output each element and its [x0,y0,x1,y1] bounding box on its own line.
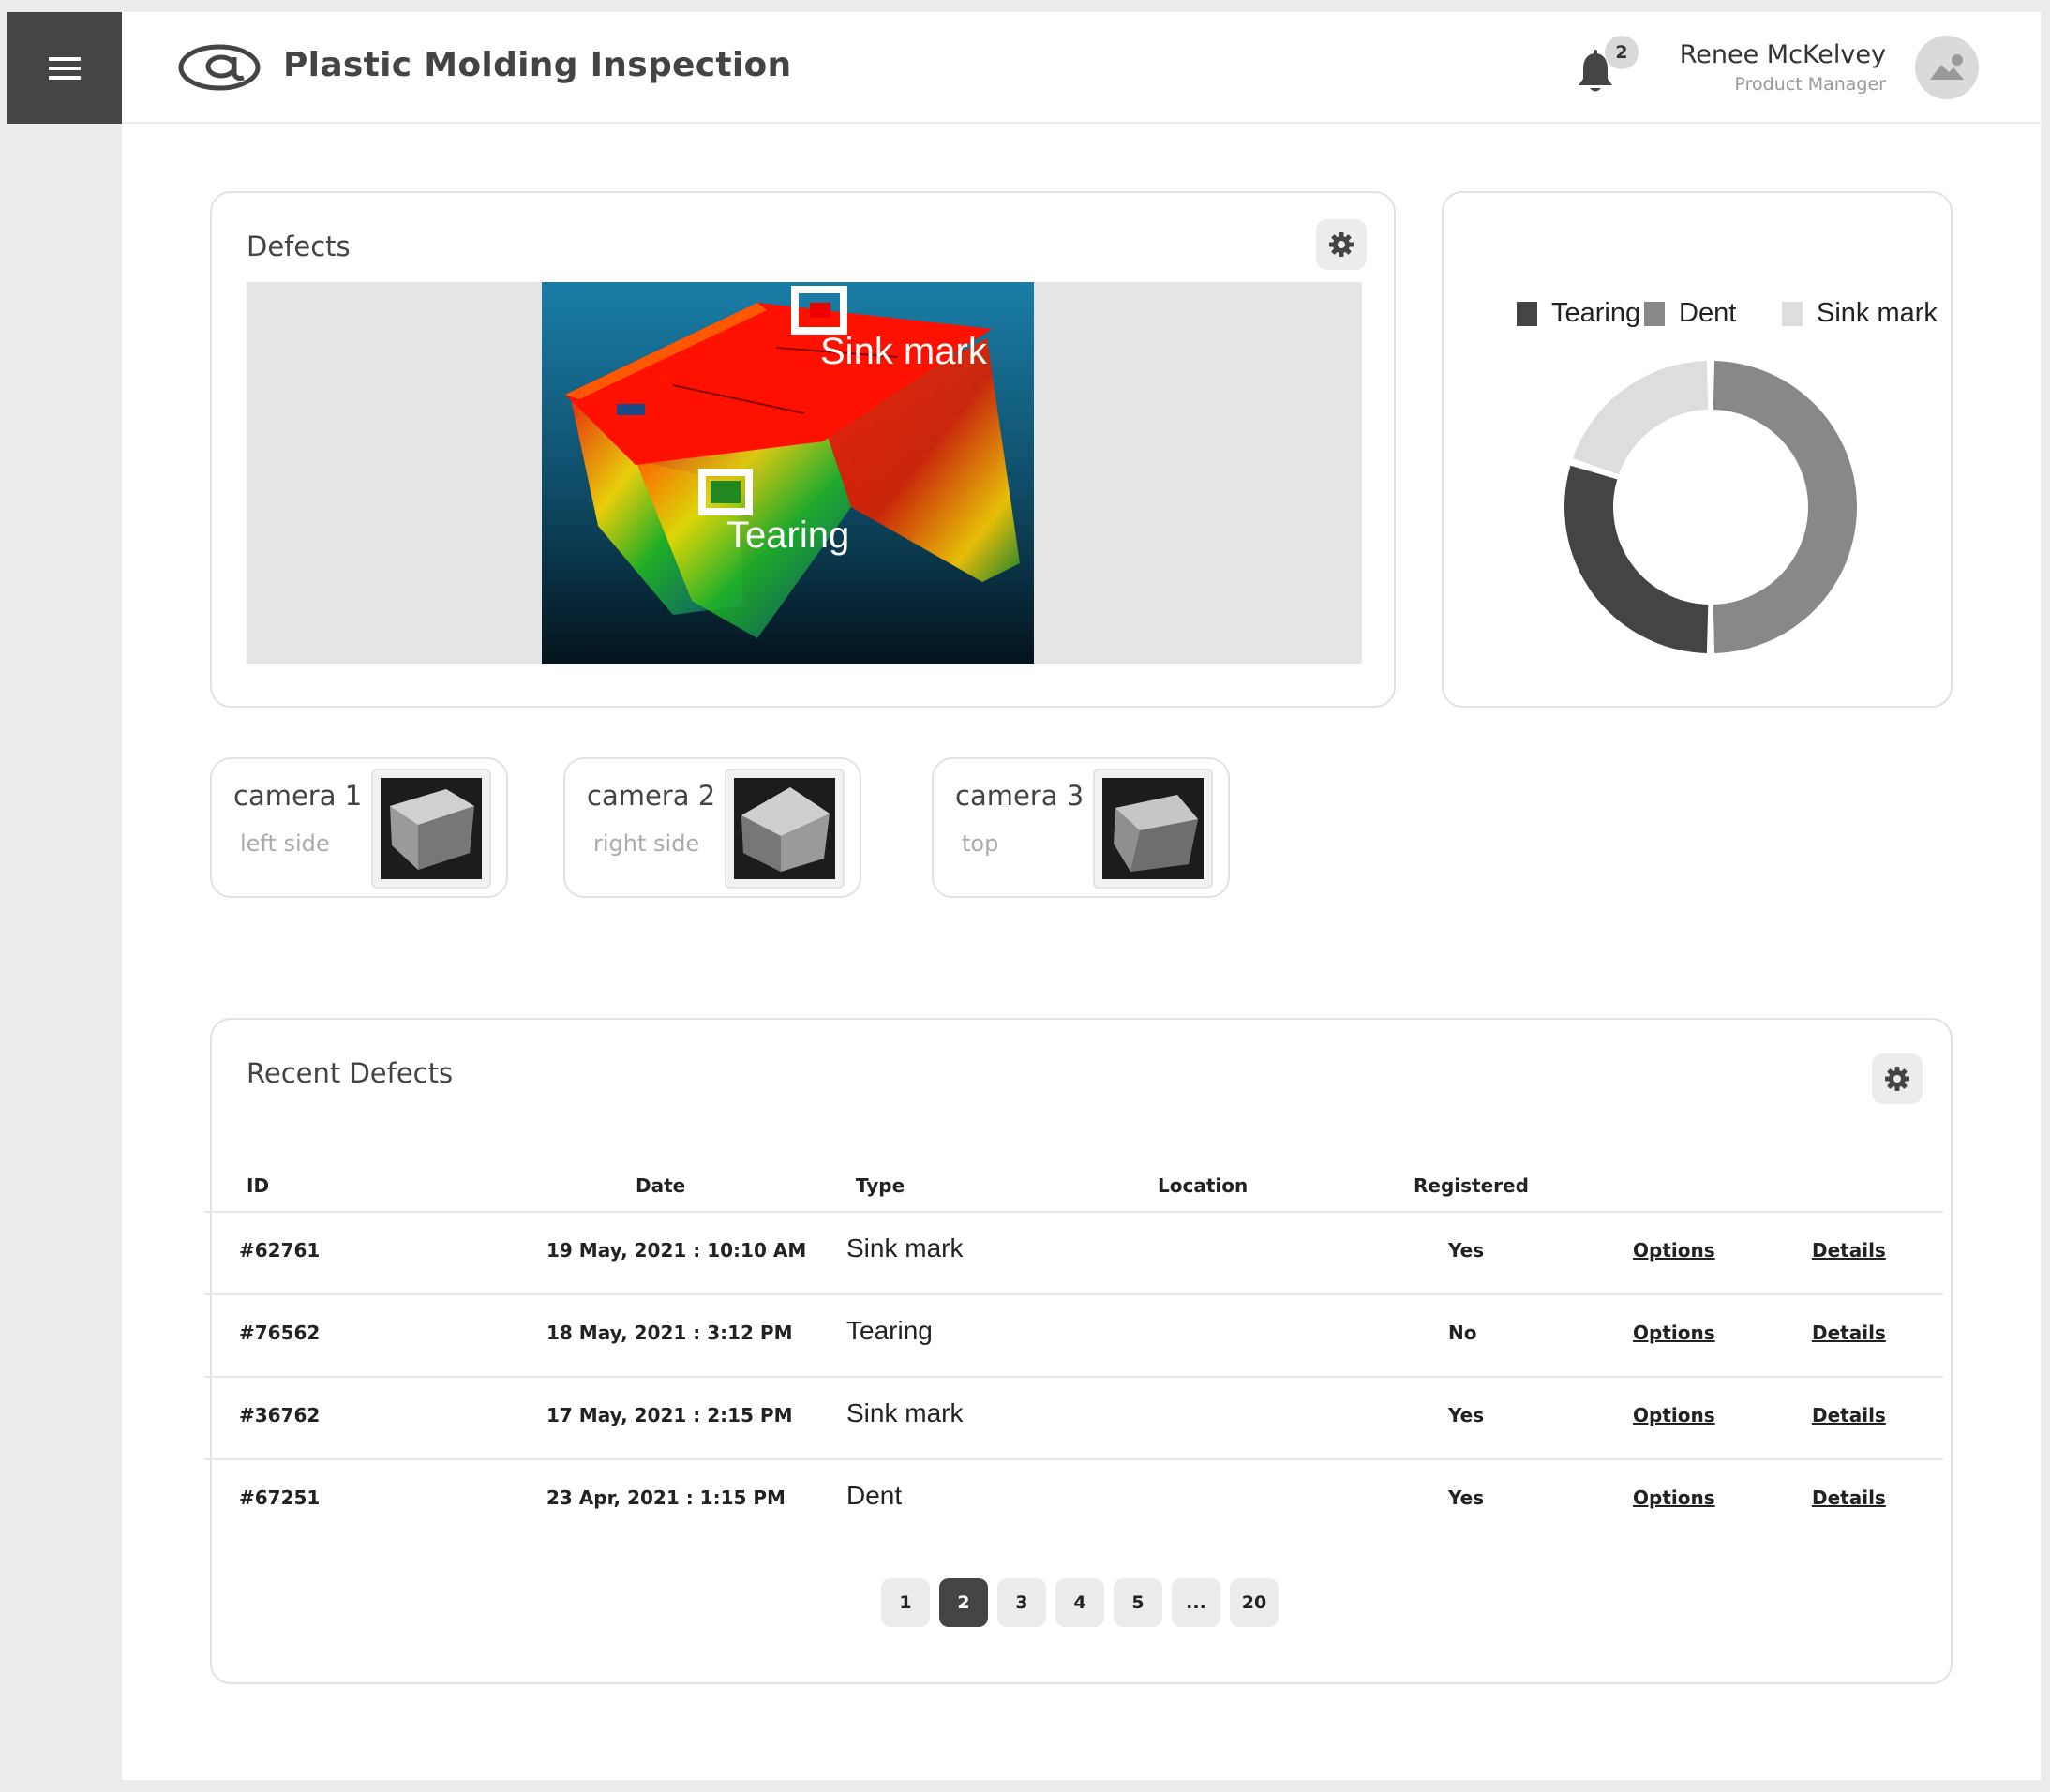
cell-date: 17 May, 2021 : 2:15 PM [546,1404,793,1426]
options-link[interactable]: Options [1633,1404,1715,1426]
camera-subtitle: right side [593,830,700,857]
column-header-date: Date [636,1174,686,1197]
camera-thumbnail[interactable] [371,769,491,889]
donut-slice-dent [1713,361,1857,653]
user-avatar-icon [1930,54,1964,80]
recent-defects-settings-button[interactable] [1872,1053,1923,1104]
row-divider [204,1211,1943,1213]
cell-type: Sink mark [846,1233,964,1262]
gear-icon [1885,1067,1909,1091]
menu-button[interactable] [7,12,122,124]
details-link[interactable]: Details [1812,1486,1886,1509]
defects-card-title: Defects [247,231,351,262]
options-link[interactable]: Options [1633,1486,1715,1509]
page-button[interactable]: 3 [997,1578,1046,1627]
page-button[interactable]: 5 [1114,1578,1162,1627]
at-sign-logo-icon [178,44,261,91]
page-button[interactable]: 20 [1230,1578,1279,1627]
donut-slice-tearing [1564,465,1709,653]
cell-id: #36762 [239,1404,321,1426]
app-frame: Plastic Molding Inspection 2 Renee McKel… [7,12,2041,1780]
cell-type: Dent [846,1481,903,1510]
page-button[interactable]: 2 [939,1578,988,1627]
column-header-id: ID [247,1174,270,1197]
page-button[interactable]: ... [1172,1578,1220,1627]
cell-id: #67251 [239,1486,321,1509]
cell-date: 18 May, 2021 : 3:12 PM [546,1322,793,1344]
cell-date: 23 Apr, 2021 : 1:15 PM [546,1486,786,1509]
cell-registered: Yes [1448,1404,1485,1426]
notification-count-badge: 2 [1605,36,1639,69]
user-name: Renee McKelvey [1679,40,1886,69]
recent-defects-title: Recent Defects [247,1057,454,1089]
gear-icon [1329,232,1354,257]
cell-id: #62761 [239,1239,321,1262]
hamburger-icon [49,56,81,80]
donut-slice-sink-mark [1572,361,1709,475]
row-divider [204,1293,1943,1295]
cell-registered: Yes [1448,1239,1485,1262]
cell-registered: No [1448,1322,1477,1344]
cell-type: Tearing [846,1316,933,1345]
defect-viewer: Sink mark Tearing [247,282,1362,664]
defects-card: Defects Sink mark Tearing [210,191,1396,708]
top-bar: Plastic Molding Inspection 2 Renee McKel… [122,12,2041,124]
defect-heatmap-image: Sink mark Tearing [542,282,1034,664]
camera-card-1[interactable]: camera 1 left side [210,757,508,898]
page-button[interactable]: 1 [881,1578,930,1627]
camera-card-2[interactable]: camera 2 right side [563,757,861,898]
column-header-type: Type [856,1174,905,1197]
options-link[interactable]: Options [1633,1322,1715,1344]
camera-title: camera 1 [233,780,363,812]
cell-date: 19 May, 2021 : 10:10 AM [546,1239,807,1262]
column-header-location: Location [1158,1174,1249,1197]
column-header-registered: Registered [1414,1174,1529,1197]
camera-title: camera 2 [587,780,716,812]
camera-subtitle: top [962,830,999,857]
defect-distribution-card: Tearing Dent Sink mark [1442,191,1953,708]
camera-feed-image [734,778,835,879]
options-link[interactable]: Options [1633,1239,1715,1262]
camera-thumbnail[interactable] [725,769,845,889]
app-title: Plastic Molding Inspection [283,46,792,84]
legend-swatch-tearing [1517,301,1537,326]
donut-chart [1564,361,1857,653]
camera-feed-image [381,778,482,879]
legend-swatch-dent [1644,301,1665,326]
cell-id: #76562 [239,1322,321,1344]
cell-type: Sink mark [846,1398,964,1427]
details-link[interactable]: Details [1812,1239,1886,1262]
camera-card-3[interactable]: camera 3 top [932,757,1230,898]
page-button[interactable]: 4 [1055,1578,1104,1627]
row-divider [204,1458,1943,1460]
camera-subtitle: left side [240,830,330,857]
sidebar [7,12,122,1780]
camera-title: camera 3 [955,780,1085,812]
defects-settings-button[interactable] [1316,219,1367,270]
annotation-tearing: Tearing [726,515,849,556]
annotation-sink-mark: Sink mark [820,331,988,372]
user-avatar[interactable] [1915,36,1979,99]
cell-registered: Yes [1448,1486,1485,1509]
camera-thumbnail[interactable] [1093,769,1213,889]
details-link[interactable]: Details [1812,1404,1886,1426]
user-role: Product Manager [1734,74,1886,95]
legend-swatch-sink-mark [1782,301,1803,326]
camera-feed-image [1102,778,1204,879]
row-divider [204,1376,1943,1378]
details-link[interactable]: Details [1812,1322,1886,1344]
